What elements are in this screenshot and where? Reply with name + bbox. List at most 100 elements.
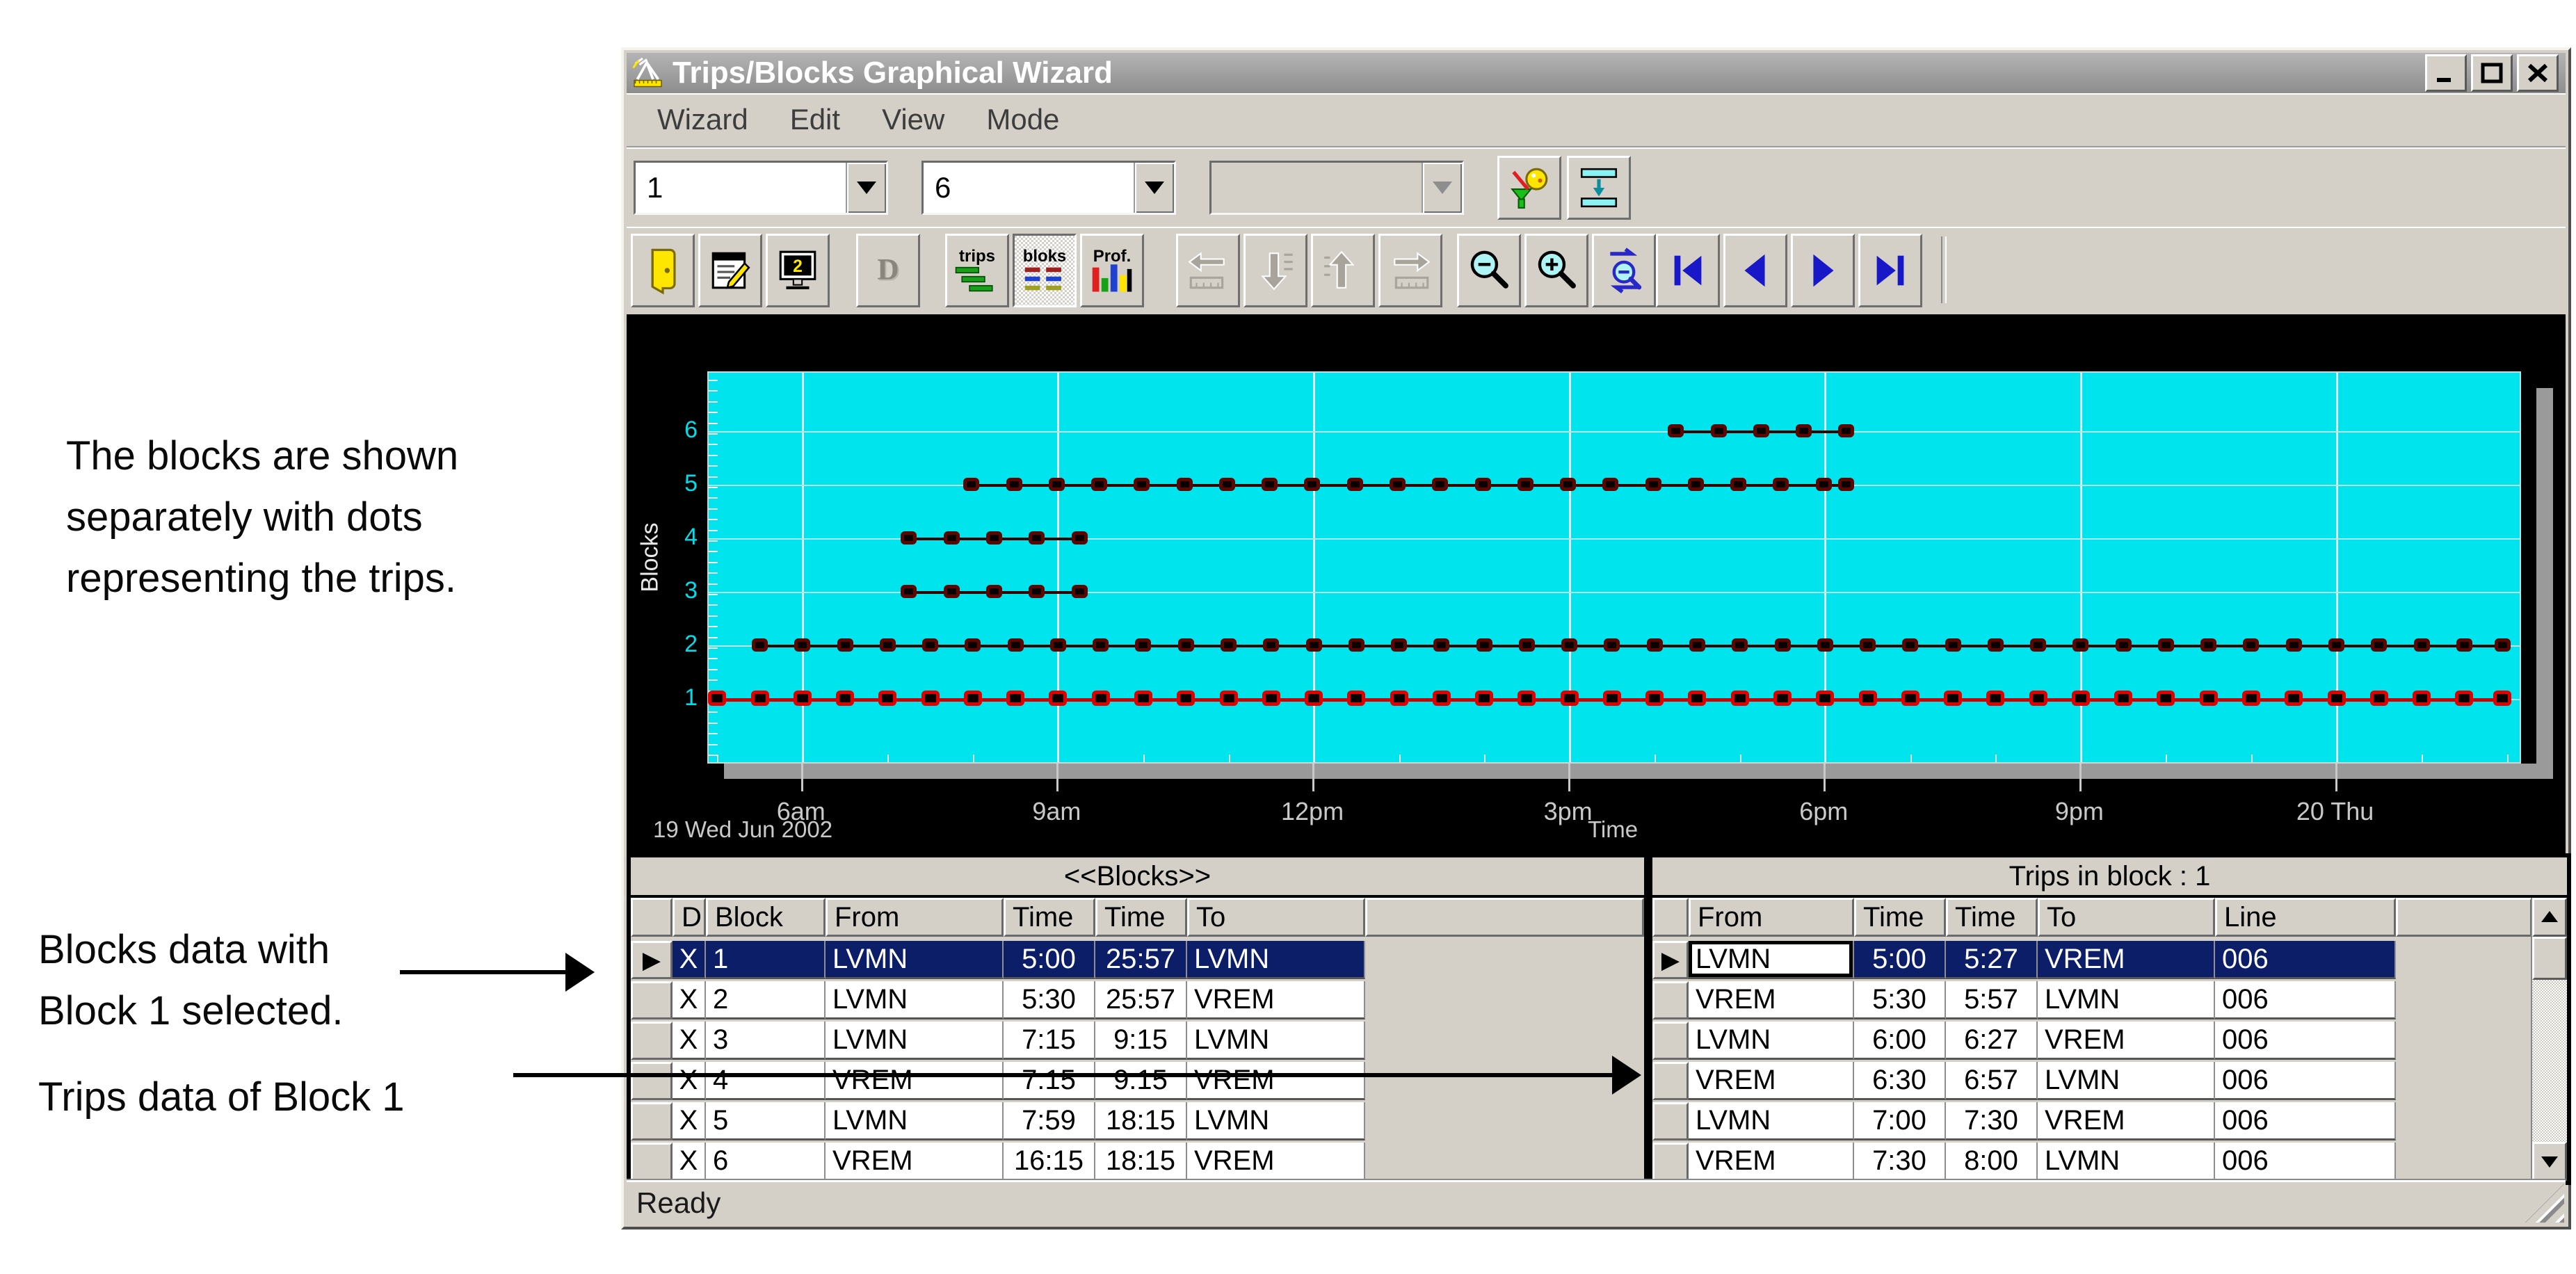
trip-dot[interactable] <box>1433 638 1449 652</box>
trip-dot[interactable] <box>1347 691 1365 706</box>
blocks-row-3[interactable]: X3LVMN7:159:15LVMN <box>631 1022 1644 1062</box>
trip-dot[interactable] <box>751 691 769 706</box>
trip-dot[interactable] <box>2370 691 2388 706</box>
trip-dot[interactable] <box>1433 691 1451 706</box>
filter-colors-button[interactable] <box>1497 156 1561 220</box>
trip-dot[interactable] <box>1091 478 1107 491</box>
trip-dot[interactable] <box>965 638 981 652</box>
trips-cell[interactable]: 006 <box>2215 941 2396 979</box>
nav-last-button[interactable] <box>1858 234 1922 307</box>
row-selector[interactable] <box>1652 1143 1689 1181</box>
trip-dot[interactable] <box>1518 691 1536 706</box>
trips-cell[interactable]: 7:00 <box>1854 1102 1946 1140</box>
blocks-cell[interactable]: VREM <box>826 1143 1004 1181</box>
trips-cell[interactable]: VREM <box>1689 1062 1854 1100</box>
blocks-cell[interactable]: VREM <box>1187 1062 1365 1100</box>
trip-dot[interactable] <box>1134 691 1152 706</box>
blocks-cell[interactable]: X <box>673 1143 706 1181</box>
trips-cell[interactable]: 6:57 <box>1946 1062 2038 1100</box>
resize-grip[interactable] <box>2525 1184 2564 1223</box>
column-header-time-1[interactable]: Time <box>1854 898 1946 937</box>
trip-dot[interactable] <box>1902 638 1918 652</box>
trips-cell[interactable]: 5:00 <box>1854 941 1946 979</box>
trips-cell[interactable]: 7:30 <box>1946 1102 2038 1140</box>
blocks-cell[interactable]: VREM <box>826 1062 1004 1100</box>
blocks-cell[interactable]: X <box>673 981 706 1019</box>
row-selector[interactable] <box>1652 981 1689 1019</box>
trips-row-3[interactable]: LVMN6:006:27VREM006 <box>1652 1022 2567 1062</box>
trip-dot[interactable] <box>836 691 854 706</box>
trip-dot[interactable] <box>1688 691 1706 706</box>
trip-dot[interactable] <box>964 691 982 706</box>
menu-view[interactable]: View <box>861 93 965 146</box>
trip-dot[interactable] <box>1219 478 1235 491</box>
blocks-cell[interactable]: VREM <box>1187 981 1365 1019</box>
trip-dot[interactable] <box>1262 691 1280 706</box>
trip-dot[interactable] <box>1050 638 1066 652</box>
trip-dot[interactable] <box>2072 638 2088 652</box>
blocks-cell[interactable]: 7:15 <box>1004 1022 1095 1060</box>
trip-dot[interactable] <box>1008 638 1024 652</box>
blocks-cell[interactable]: LVMN <box>826 1022 1004 1060</box>
row-selector[interactable] <box>631 1143 673 1181</box>
row-selector[interactable] <box>631 981 673 1019</box>
row-selector[interactable] <box>631 1102 673 1140</box>
trips-cell[interactable]: 006 <box>2215 1062 2396 1100</box>
trip-dot[interactable] <box>1730 478 1746 491</box>
trip-dot[interactable] <box>1390 691 1408 706</box>
trips-cell[interactable]: 006 <box>2215 981 2396 1019</box>
trips-cell[interactable]: LVMN <box>1689 941 1854 979</box>
trip-dot[interactable] <box>1134 478 1150 491</box>
trip-dot[interactable] <box>1645 478 1661 491</box>
trip-dot[interactable] <box>2413 691 2431 706</box>
blocks-cell[interactable]: 7:59 <box>1004 1102 1095 1140</box>
row-selector[interactable]: ▶ <box>631 941 673 979</box>
count-select-combo[interactable]: 6 <box>921 161 1176 215</box>
blocks-cell[interactable]: X <box>673 1102 706 1140</box>
trip-dot[interactable] <box>1988 638 2004 652</box>
trip-dot[interactable] <box>1689 638 1705 652</box>
trip-dot[interactable] <box>1006 691 1024 706</box>
trip-dot[interactable] <box>1986 691 2004 706</box>
trip-dot[interactable] <box>922 638 938 652</box>
trips-cell[interactable]: 006 <box>2215 1022 2396 1060</box>
trips-cell[interactable]: LVMN <box>2038 1143 2215 1181</box>
trip-dot[interactable] <box>2200 691 2218 706</box>
trip-dot[interactable] <box>1221 638 1237 652</box>
trip-dot[interactable] <box>2072 691 2090 706</box>
trips-cell[interactable]: LVMN <box>2038 1062 2215 1100</box>
trip-dot[interactable] <box>794 638 810 652</box>
column-header-to-3[interactable]: To <box>2038 898 2215 937</box>
blocks-cell[interactable]: LVMN <box>1187 941 1365 979</box>
blocks-cell[interactable]: 16:15 <box>1004 1143 1095 1181</box>
column-header-to-5[interactable]: To <box>1187 898 1365 937</box>
trip-dot[interactable] <box>752 638 768 652</box>
trips-cell[interactable]: LVMN <box>1689 1022 1854 1060</box>
trip-dot[interactable] <box>1391 638 1407 652</box>
trip-dot[interactable] <box>1731 691 1749 706</box>
trip-dot[interactable] <box>2371 638 2387 652</box>
trip-dot[interactable] <box>2116 638 2132 652</box>
blocks-cell[interactable]: LVMN <box>826 981 1004 1019</box>
menu-edit[interactable]: Edit <box>769 93 861 146</box>
trip-dot[interactable] <box>901 585 917 598</box>
blocks-cell[interactable]: 3 <box>706 1022 826 1060</box>
column-header-time-2[interactable]: Time <box>1946 898 2038 937</box>
nav-next-button[interactable] <box>1791 234 1855 307</box>
row-selector[interactable] <box>631 1062 673 1100</box>
trip-dot[interactable] <box>1347 478 1363 491</box>
trip-dot[interactable] <box>1647 638 1663 652</box>
trips-cell[interactable]: 006 <box>2215 1102 2396 1140</box>
trip-dot[interactable] <box>1432 478 1448 491</box>
row-selector[interactable] <box>1652 1022 1689 1060</box>
block-select-combo[interactable]: 1 <box>634 161 888 215</box>
vertical-scrollbar[interactable] <box>2531 898 2567 1181</box>
blocks-cell[interactable]: 5:30 <box>1004 981 1095 1019</box>
trip-dot[interactable] <box>1775 638 1791 652</box>
trip-dot[interactable] <box>1475 478 1491 491</box>
trip-dot[interactable] <box>1732 638 1748 652</box>
blocks-row-1[interactable]: ▶X1LVMN5:0025:57LVMN <box>631 941 1644 981</box>
trip-dot[interactable] <box>1645 691 1664 706</box>
blocks-cell[interactable]: LVMN <box>1187 1022 1365 1060</box>
exit-button[interactable] <box>631 234 695 307</box>
